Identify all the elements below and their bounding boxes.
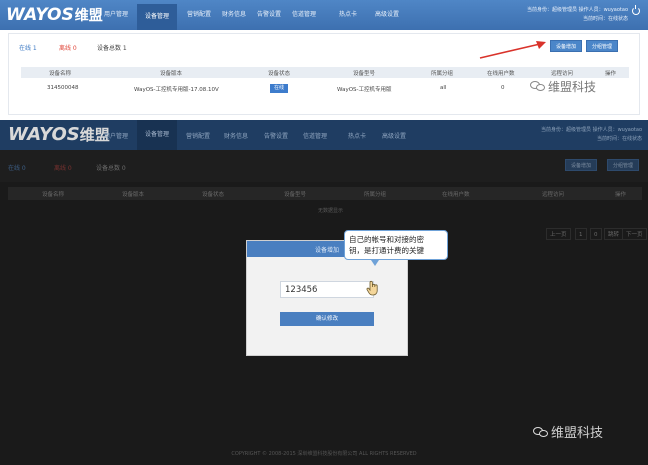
offline-count[interactable]: 离线 0	[59, 43, 77, 52]
nav-hotspot-card[interactable]: 热点卡	[339, 9, 357, 18]
power-icon[interactable]	[632, 5, 640, 15]
col-device-model: 设备型号	[284, 192, 307, 198]
device-key-input[interactable]: 123456	[280, 281, 374, 298]
cell-device-version: WayOS-工控机专用版-17.08.10V	[134, 87, 219, 93]
confirm-button[interactable]: 确认修改	[280, 312, 374, 326]
col-remote-access: 远程访问	[551, 71, 574, 77]
nav-device-management[interactable]: 设备管理	[137, 120, 178, 150]
nav-user-management[interactable]: 用户管理	[104, 9, 128, 18]
col-remote-access: 远程访问	[542, 192, 565, 198]
online-count[interactable]: 在线 0	[8, 163, 26, 172]
wechat-icon	[533, 427, 548, 438]
tooltip-callout: 自己的帐号和对接的密 钥，是打通计费的关键	[344, 230, 448, 266]
group-management-button[interactable]: 分组管理	[607, 159, 640, 171]
red-arrow-annotation	[479, 41, 546, 59]
top-screenshot: WAYOS维盟 用户管理 设备管理 营销配置 财务信息 告警设置 信道管理 热点…	[0, 0, 648, 118]
nav-finance-info[interactable]: 财务信息	[222, 9, 246, 18]
table-header: 设备名称 设备版本 设备状态 设备型号 所属分组 在线用户数 远程访问 操作	[8, 187, 642, 200]
user-info: 当前身份：超级管理员 操作人员：wuyaotao 当前时间：在线状态	[526, 7, 628, 22]
col-device-version: 设备版本	[122, 192, 145, 198]
add-device-button[interactable]: 设备增加	[565, 159, 598, 171]
col-device-status: 设备状态	[202, 192, 225, 198]
online-count[interactable]: 在线 1	[19, 43, 37, 52]
device-total: 设备总数 0	[96, 165, 126, 172]
nav-hotspot-card[interactable]: 热点卡	[348, 131, 366, 140]
offline-count[interactable]: 离线 0	[54, 163, 72, 172]
status-badge: 在线	[270, 84, 289, 93]
nav-channel-management[interactable]: 信道管理	[303, 131, 327, 140]
col-group: 所属分组	[431, 71, 454, 77]
cell-group: all	[440, 85, 447, 91]
cell-online-users: 0	[501, 85, 505, 91]
group-management-button[interactable]: 分组管理	[586, 40, 619, 52]
table-header: 设备名称 设备版本 设备状态 设备型号 所属分组 在线用户数 远程访问 操作	[21, 67, 629, 78]
user-info: 当前身份：超级管理员 操作人员：wuyaotao 当前时间：在线状态	[540, 127, 642, 142]
pager-next[interactable]: 下一页	[622, 228, 647, 240]
watermark: 维盟科技	[533, 422, 603, 441]
nav-alarm-settings[interactable]: 告警设置	[257, 9, 281, 18]
wechat-icon	[530, 81, 545, 92]
col-device-name: 设备名称	[49, 71, 72, 77]
hand-pointer-icon	[366, 280, 378, 296]
top-navbar: WAYOS维盟 用户管理 设备管理 营销配置 财务信息 告警设置 信道管理 热点…	[0, 0, 648, 30]
cell-device-name: 314500048	[47, 85, 79, 91]
nav-marketing-config[interactable]: 营销配置	[187, 9, 211, 18]
nav-user-management[interactable]: 用户管理	[104, 131, 128, 140]
col-group: 所属分组	[364, 192, 387, 198]
watermark: 维盟科技	[530, 78, 596, 95]
copyright-footer: COPYRIGHT © 2008-2015 深圳维盟科技股份有限公司 ALL R…	[231, 451, 417, 457]
nav-marketing-config[interactable]: 营销配置	[186, 131, 210, 140]
no-data-message: 无数据显示	[318, 208, 344, 214]
pager-input[interactable]: 0	[590, 228, 602, 240]
col-device-status: 设备状态	[268, 71, 291, 77]
col-actions: 操作	[615, 192, 627, 198]
bottom-navbar: WAYOS维盟 用户管理 设备管理 营销配置 财务信息 告警设置 信道管理 热点…	[0, 120, 648, 150]
wayos-logo: WAYOS维盟	[6, 5, 103, 25]
nav-advanced-settings[interactable]: 高级设置	[382, 131, 406, 140]
col-device-version: 设备版本	[160, 71, 183, 77]
cell-device-model: WayOS-工控机专用版	[337, 87, 392, 93]
nav-channel-management[interactable]: 信道管理	[292, 9, 316, 18]
nav-device-management[interactable]: 设备管理	[137, 4, 178, 30]
pager-prev[interactable]: 上一页	[546, 228, 571, 240]
pager-jump[interactable]: 跳转	[604, 228, 624, 240]
nav-alarm-settings[interactable]: 告警设置	[264, 131, 288, 140]
col-actions: 操作	[605, 71, 617, 77]
col-online-users: 在线用户数	[442, 192, 470, 198]
bottom-screenshot: WAYOS维盟 用户管理 设备管理 营销配置 财务信息 告警设置 信道管理 热点…	[0, 120, 648, 465]
col-device-model: 设备型号	[353, 71, 376, 77]
col-online-users: 在线用户数	[487, 71, 515, 77]
pager-page[interactable]: 1	[575, 228, 587, 240]
nav-finance-info[interactable]: 财务信息	[224, 131, 248, 140]
col-device-name: 设备名称	[42, 192, 65, 198]
device-total: 设备总数 1	[97, 45, 127, 52]
add-device-button[interactable]: 设备增加	[550, 40, 583, 52]
wayos-logo: WAYOS维盟	[8, 124, 110, 145]
nav-advanced-settings[interactable]: 高级设置	[375, 9, 399, 18]
